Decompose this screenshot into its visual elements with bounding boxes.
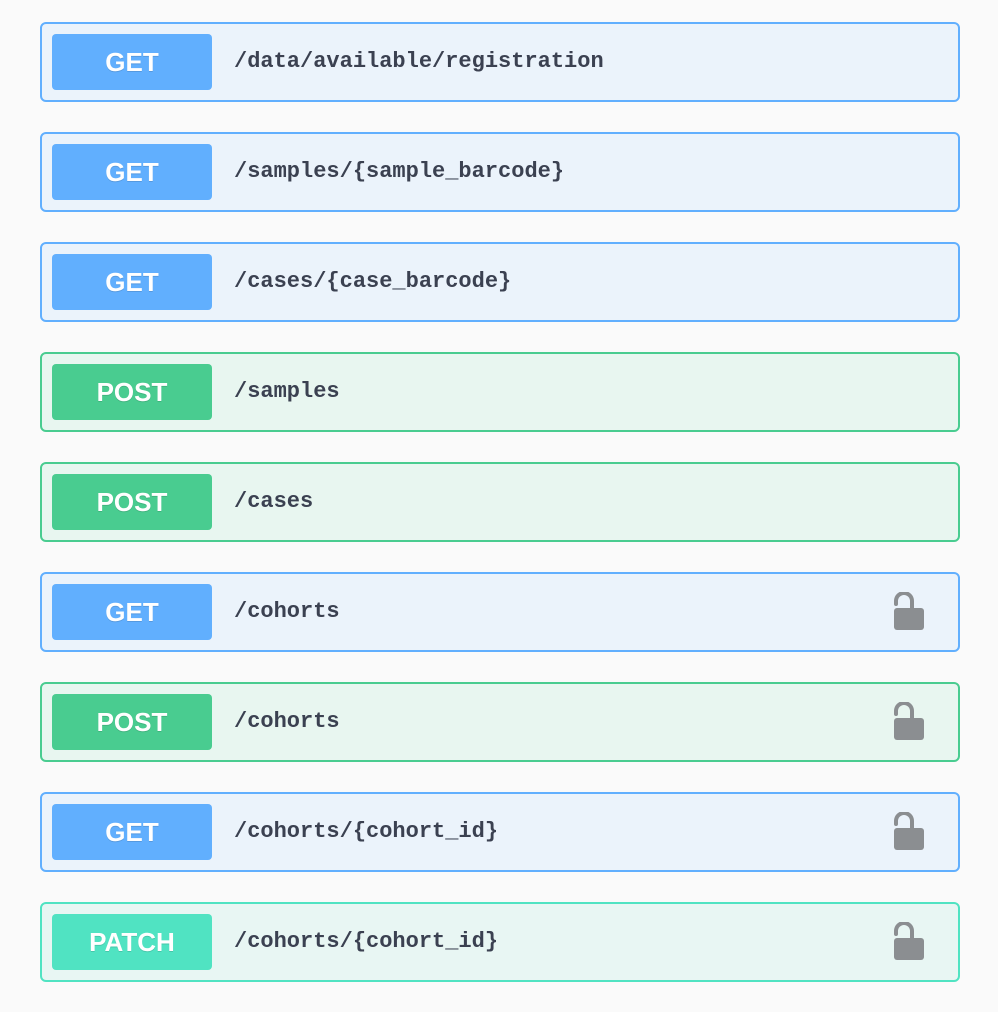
method-badge: PATCH: [52, 914, 212, 970]
operation-path: /data/available/registration: [234, 49, 604, 74]
operation-path: /samples/{sample_barcode}: [234, 159, 565, 184]
operation-get-data-available-registration[interactable]: GET /data/available/registration: [40, 22, 960, 102]
operation-get-sample-by-barcode[interactable]: GET /samples/{sample_barcode}: [40, 132, 960, 212]
operation-post-samples[interactable]: POST /samples: [40, 352, 960, 432]
method-badge: GET: [52, 584, 212, 640]
operation-post-cases[interactable]: POST /cases: [40, 462, 960, 542]
method-badge: POST: [52, 474, 212, 530]
method-badge: GET: [52, 254, 212, 310]
operation-path: /cohorts/{cohort_id}: [234, 819, 499, 844]
operation-post-cohorts[interactable]: POST /cohorts: [40, 682, 960, 762]
operation-get-cohorts[interactable]: GET /cohorts: [40, 572, 960, 652]
unlocked-padlock-icon[interactable]: [892, 922, 926, 962]
method-badge: GET: [52, 804, 212, 860]
operation-path: /samples: [234, 379, 340, 404]
operation-path: /cohorts: [234, 599, 340, 624]
operation-path: /cohorts: [234, 709, 340, 734]
operations-list: GET /data/available/registration GET /sa…: [40, 22, 960, 1012]
unlocked-padlock-icon[interactable]: [892, 812, 926, 852]
operation-path: /cases/{case_barcode}: [234, 269, 512, 294]
operation-path: /cases: [234, 489, 314, 514]
method-badge: POST: [52, 364, 212, 420]
unlocked-padlock-icon[interactable]: [892, 592, 926, 632]
operation-get-cohort-by-id[interactable]: GET /cohorts/{cohort_id}: [40, 792, 960, 872]
method-badge: GET: [52, 34, 212, 90]
operation-get-case-by-barcode[interactable]: GET /cases/{case_barcode}: [40, 242, 960, 322]
method-badge: POST: [52, 694, 212, 750]
unlocked-padlock-icon[interactable]: [892, 702, 926, 742]
operation-patch-cohort-by-id[interactable]: PATCH /cohorts/{cohort_id}: [40, 902, 960, 982]
operation-path: /cohorts/{cohort_id}: [234, 929, 499, 954]
method-badge: GET: [52, 144, 212, 200]
